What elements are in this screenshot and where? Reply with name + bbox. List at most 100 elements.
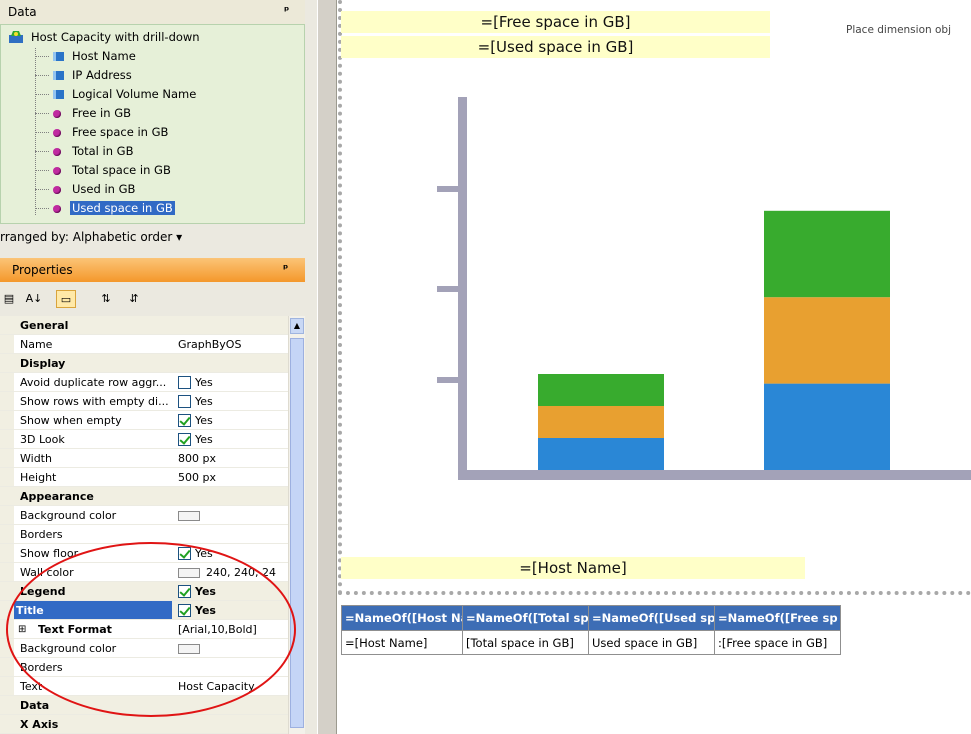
row-gutter	[0, 373, 14, 391]
property-value[interactable]	[178, 506, 206, 524]
panel-splitter[interactable]	[317, 0, 337, 734]
property-key: Height	[20, 471, 57, 484]
tree-connector	[35, 170, 49, 171]
checkbox[interactable]	[178, 375, 191, 389]
y-axis	[458, 97, 467, 480]
table-header-cell[interactable]: =NameOf([Free sp	[714, 605, 841, 631]
property-value-text: 500 px	[178, 471, 216, 484]
data-panel-title: Data	[8, 5, 37, 19]
tree-item[interactable]: Free space in GB	[35, 123, 170, 141]
measure-icon	[53, 185, 61, 194]
property-value[interactable]: Yes	[178, 430, 213, 448]
property-pages-icon[interactable]: ▭	[56, 290, 76, 308]
property-row[interactable]: Name GraphByOS	[0, 335, 288, 354]
tree-item[interactable]: IP Address	[35, 66, 134, 84]
pin-icon[interactable]: ᵖ	[283, 262, 288, 275]
sort-alpha-icon[interactable]: A↓	[24, 290, 44, 308]
tree-connector	[35, 113, 49, 114]
tree-root[interactable]: Host Capacity with drill-down	[7, 28, 202, 46]
row-gutter	[0, 677, 14, 695]
host-name-label[interactable]: =[Host Name]	[341, 557, 805, 579]
property-value[interactable]: GraphByOS	[178, 335, 242, 353]
property-value[interactable]: 800 px	[178, 449, 216, 467]
table-header-cell[interactable]: =NameOf([Total sp	[462, 605, 589, 631]
property-row[interactable]: Show when empty Yes	[0, 411, 288, 430]
property-category[interactable]: X Axis	[0, 715, 288, 734]
checkbox[interactable]	[178, 413, 191, 427]
tree-connector	[35, 151, 49, 152]
property-row[interactable]: Show rows with empty di... Yes	[0, 392, 288, 411]
y-tick	[437, 286, 459, 292]
color-swatch[interactable]	[178, 511, 200, 521]
row-gutter	[0, 544, 14, 562]
scroll-thumb[interactable]	[290, 338, 304, 728]
arranged-by-dropdown[interactable]: rranged by: Alphabetic order ▾	[0, 230, 182, 244]
property-scrollbar[interactable]: ▲	[288, 316, 305, 734]
checkbox[interactable]	[178, 394, 191, 408]
property-value-text: Yes	[195, 395, 213, 408]
data-tree[interactable]: Host Capacity with drill-down Host Name I…	[0, 24, 305, 224]
tree-item[interactable]: Free in GB	[35, 104, 133, 122]
tree-item-label: Used in GB	[72, 182, 136, 196]
table-cell[interactable]: :[Free space in GB]	[714, 630, 841, 655]
checkbox[interactable]	[178, 432, 191, 446]
property-key: Background color	[20, 509, 117, 522]
tree-item[interactable]: Used in GB	[35, 180, 137, 198]
property-row[interactable]: Width 800 px	[0, 449, 288, 468]
dimension-icon	[53, 90, 64, 99]
table-header-cell[interactable]: =NameOf([Used sp	[588, 605, 715, 631]
tree-item-label: Total space in GB	[72, 163, 171, 177]
tree-item[interactable]: Total space in GB	[35, 161, 173, 179]
table-cell[interactable]: [Total space in GB]	[462, 630, 589, 655]
dimension-icon	[53, 52, 64, 61]
property-category[interactable]: Appearance	[0, 487, 288, 506]
stacked-bar-chart[interactable]	[338, 0, 971, 595]
tree-item-label: Free in GB	[72, 106, 131, 120]
property-key: Avoid duplicate row aggr...	[20, 376, 167, 389]
table-header-cell[interactable]: =NameOf([Host Na	[341, 605, 463, 631]
move-down-icon[interactable]: ⇵	[124, 290, 144, 308]
row-gutter	[0, 392, 14, 410]
property-value[interactable]: Yes	[178, 392, 213, 410]
property-category[interactable]: General	[0, 316, 288, 335]
tree-connector	[35, 75, 49, 76]
row-gutter	[0, 430, 14, 448]
categorized-icon[interactable]: ▤	[3, 290, 15, 308]
property-row[interactable]: Height 500 px	[0, 468, 288, 487]
property-key: Data	[20, 699, 50, 712]
tree-item[interactable]: Logical Volume Name	[35, 85, 198, 103]
report-table[interactable]: =NameOf([Host Na =NameOf([Total sp =Name…	[341, 605, 841, 655]
property-category[interactable]: Display	[0, 354, 288, 373]
bar-segment	[764, 383, 890, 470]
tree-item-label: IP Address	[72, 68, 132, 82]
property-row[interactable]: Background color	[0, 506, 288, 525]
scroll-up-icon[interactable]: ▲	[290, 318, 304, 334]
property-row[interactable]: 3D Look Yes	[0, 430, 288, 449]
y-tick	[437, 186, 459, 192]
table-cell[interactable]: Used space in GB]	[588, 630, 715, 655]
measure-icon	[53, 166, 61, 175]
pin-icon[interactable]: ᵖ	[284, 4, 289, 17]
move-up-icon[interactable]: ⇅	[96, 290, 116, 308]
measure-icon	[53, 204, 61, 213]
property-key: Name	[20, 338, 53, 351]
property-value[interactable]: 500 px	[178, 468, 216, 486]
property-value-text: Yes	[195, 414, 213, 427]
tree-item[interactable]: Used space in GB	[35, 199, 175, 217]
property-value[interactable]: Yes	[178, 373, 213, 391]
tree-item[interactable]: Host Name	[35, 47, 138, 65]
property-row[interactable]: Avoid duplicate row aggr... Yes	[0, 373, 288, 392]
measure-icon	[53, 147, 61, 156]
tree-connector	[35, 56, 49, 57]
table-cell[interactable]: =[Host Name]	[341, 630, 463, 655]
property-value-text: GraphByOS	[178, 338, 242, 351]
property-value[interactable]: Yes	[178, 411, 213, 429]
properties-header: Properties ᵖ	[0, 258, 305, 282]
tree-item-label: Free space in GB	[72, 125, 169, 139]
annotation-ellipse	[6, 542, 296, 717]
tree-connector	[35, 208, 49, 209]
tree-item[interactable]: Total in GB	[35, 142, 135, 160]
property-key: General	[20, 319, 69, 332]
row-gutter	[0, 468, 14, 486]
row-gutter	[0, 658, 14, 676]
